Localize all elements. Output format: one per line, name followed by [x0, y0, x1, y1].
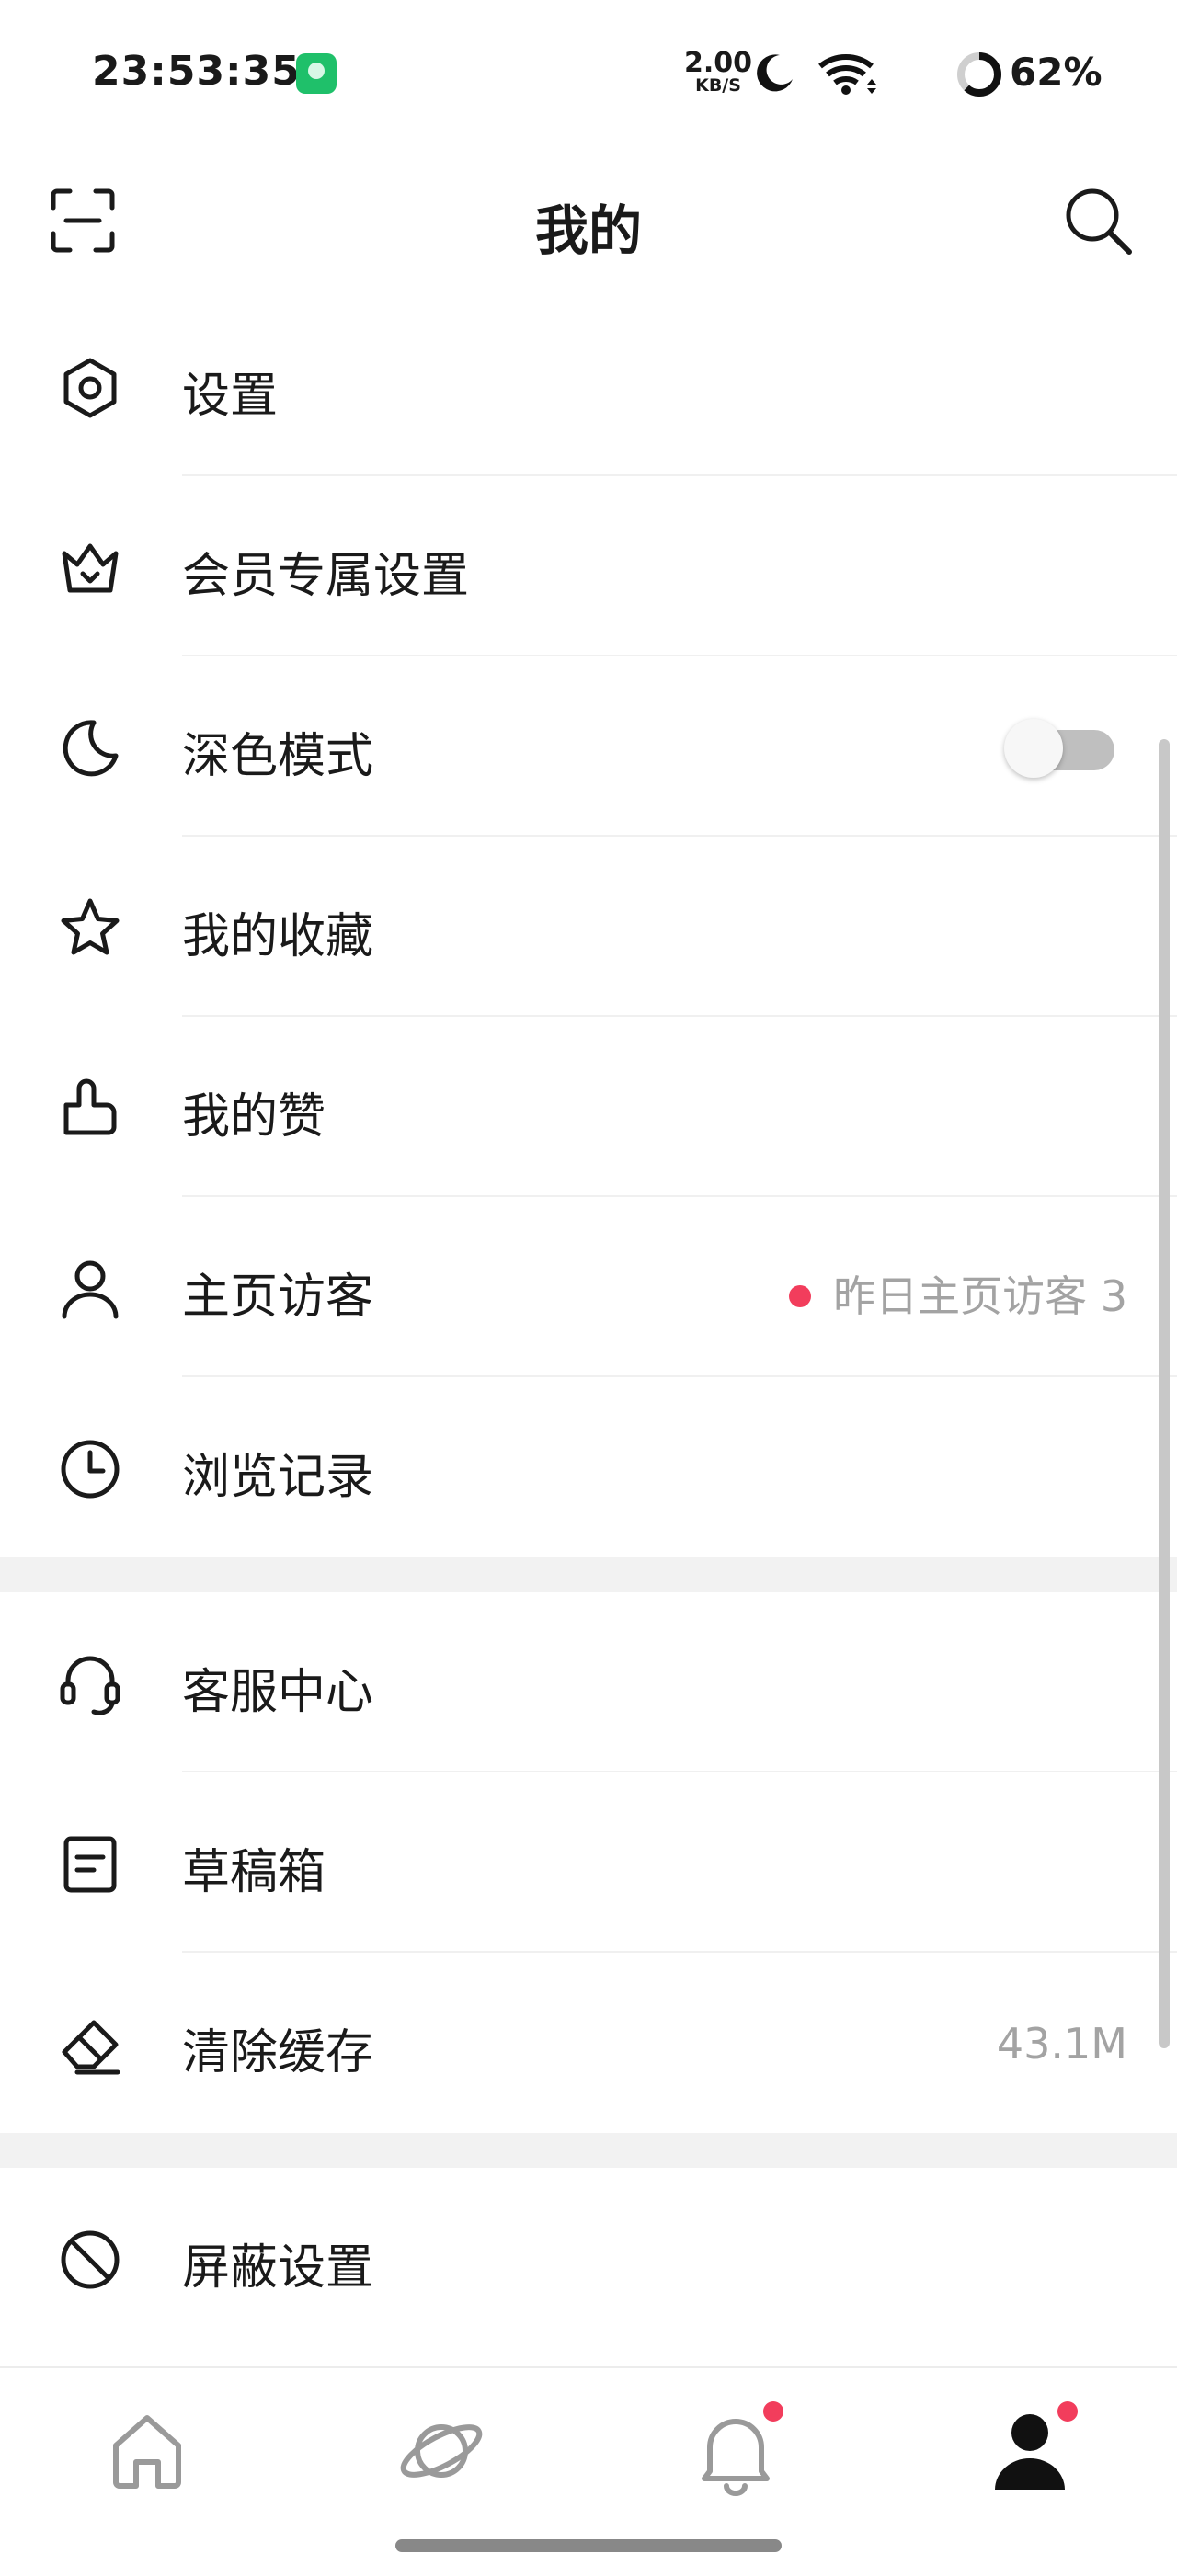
- menu-item-vip-settings[interactable]: 会员专属设置: [0, 476, 1177, 656]
- menu-label: 我的收藏: [182, 909, 374, 964]
- toggle-knob: [1004, 719, 1063, 778]
- home-icon: [113, 2415, 181, 2489]
- home-indicator[interactable]: [395, 2539, 782, 2552]
- page-title: 我的: [534, 199, 642, 262]
- network-speed-unit: KB/S: [695, 75, 741, 96]
- nav-notifications[interactable]: [690, 2401, 783, 2497]
- planet-icon: [400, 2424, 483, 2478]
- block-icon: [61, 2230, 120, 2289]
- menu-item-dark-mode[interactable]: 深色模式: [0, 656, 1177, 837]
- battery-icon: [954, 50, 1004, 99]
- dark-mode-toggle[interactable]: [1004, 719, 1114, 778]
- app-notification-icon: [296, 53, 337, 94]
- menu-label: 清除缓存: [182, 2025, 374, 2080]
- menu-item-favorites[interactable]: 我的收藏: [0, 837, 1177, 1017]
- menu-label: 浏览记录: [182, 1450, 374, 1505]
- search-button[interactable]: [1061, 184, 1135, 257]
- wifi-icon: [817, 51, 881, 96]
- headset-icon: [60, 1656, 120, 1715]
- menu-item-settings[interactable]: 设置: [0, 296, 1177, 476]
- clock-icon: [61, 1440, 120, 1499]
- star-icon: [61, 898, 120, 955]
- menu-label: 客服中心: [182, 1665, 374, 1720]
- menu-item-block-settings[interactable]: 屏蔽设置: [0, 2168, 1177, 2348]
- eraser-icon: [62, 2020, 120, 2075]
- section-separator: [0, 2133, 1177, 2168]
- network-speed: 2.00 KB/S: [684, 50, 752, 95]
- status-time: 23:53:35: [92, 48, 301, 95]
- nav-me[interactable]: [984, 2401, 1078, 2497]
- thumbs-up-icon: [63, 1078, 117, 1135]
- menu-item-history[interactable]: 浏览记录: [0, 1377, 1177, 1557]
- document-icon: [63, 1836, 117, 1893]
- battery-percentage: 62%: [1010, 50, 1103, 95]
- menu-item-drafts[interactable]: 草稿箱: [0, 1772, 1177, 1953]
- me-badge: [1057, 2401, 1078, 2422]
- notification-badge: [763, 2401, 783, 2422]
- cache-size: 43.1M: [996, 2019, 1127, 2069]
- nav-discover[interactable]: [395, 2405, 487, 2497]
- person-icon: [62, 1260, 119, 1319]
- scrollbar[interactable]: [1159, 739, 1170, 2048]
- visitors-hint-text: 昨日主页访客 3: [833, 1271, 1127, 1321]
- menu-label: 会员专属设置: [182, 549, 470, 604]
- menu-label: 设置: [182, 369, 279, 424]
- nav-home[interactable]: [101, 2405, 193, 2497]
- menu-label: 屏蔽设置: [182, 2240, 374, 2296]
- search-icon: [1066, 188, 1132, 255]
- visitors-hint: 昨日主页访客 3: [789, 1263, 1127, 1324]
- menu-item-clear-cache[interactable]: 清除缓存 43.1M: [0, 1953, 1177, 2133]
- menu-label: 主页访客: [182, 1270, 374, 1325]
- moon-icon: [63, 720, 119, 777]
- menu-label: 我的赞: [182, 1089, 326, 1145]
- hexagon-gear-icon: [63, 358, 117, 418]
- new-visitor-dot: [789, 1284, 812, 1307]
- network-speed-value: 2.00: [684, 47, 753, 79]
- menu-item-visitors[interactable]: 主页访客 昨日主页访客 3: [0, 1197, 1177, 1377]
- menu-item-likes[interactable]: 我的赞: [0, 1017, 1177, 1197]
- menu-label: 深色模式: [182, 729, 374, 784]
- crown-icon: [62, 543, 119, 593]
- menu-item-support[interactable]: 客服中心: [0, 1592, 1177, 1772]
- section-separator: [0, 1557, 1177, 1592]
- do-not-disturb-icon: [752, 51, 796, 96]
- menu-label: 草稿箱: [182, 1845, 326, 1900]
